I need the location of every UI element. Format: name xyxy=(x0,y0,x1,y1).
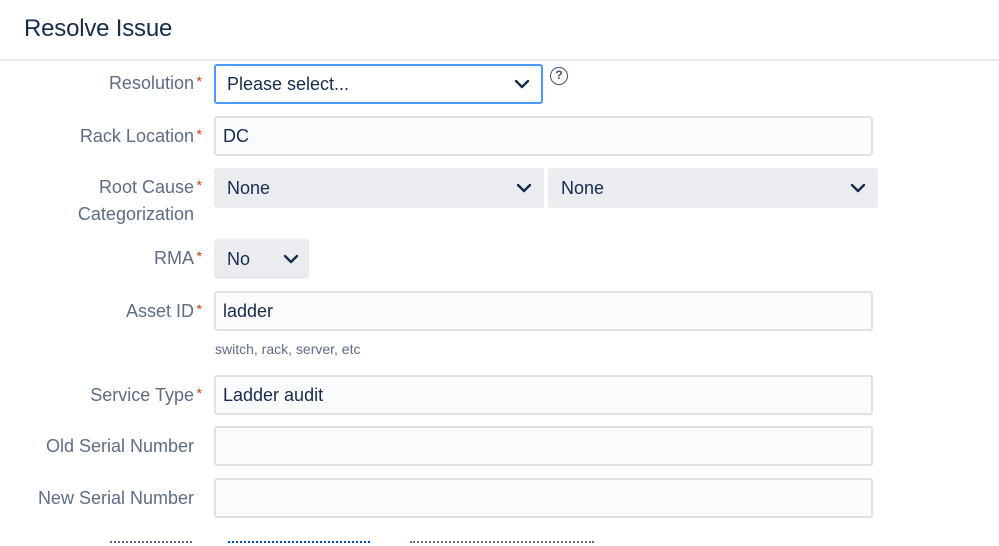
cutoff-text-fragment xyxy=(410,541,594,546)
rack-location-input[interactable]: DC xyxy=(214,116,873,156)
asset-id-label: Asset ID * xyxy=(126,298,202,324)
old-serial-input[interactable] xyxy=(214,426,873,466)
chevron-down-icon xyxy=(514,79,530,89)
old-serial-label: Old Serial Number xyxy=(45,436,194,456)
required-marker: * xyxy=(196,301,202,317)
root-cause-secondary-select[interactable]: None xyxy=(548,168,878,208)
new-serial-label: New Serial Number xyxy=(37,488,194,508)
chevron-down-icon xyxy=(850,183,866,193)
chevron-down-icon xyxy=(283,254,299,264)
help-icon[interactable]: ? xyxy=(550,67,568,85)
cutoff-label-fragment xyxy=(110,541,192,546)
required-marker: * xyxy=(196,385,202,401)
asset-id-input[interactable]: ladder xyxy=(214,291,873,331)
new-serial-input[interactable] xyxy=(214,478,873,518)
required-marker: * xyxy=(196,177,202,193)
root-cause-secondary-value: None xyxy=(561,178,605,198)
required-marker: * xyxy=(196,73,202,89)
dialog-header: Resolve Issue xyxy=(0,0,999,61)
service-type-input[interactable]: Ladder audit xyxy=(214,375,873,415)
resolution-value: Please select... xyxy=(227,74,350,94)
rack-location-label: Rack Location * xyxy=(80,123,202,149)
root-cause-primary-value: None xyxy=(227,178,271,198)
rma-value: No xyxy=(227,249,251,269)
rma-select[interactable]: No xyxy=(214,239,309,279)
resolution-label: Resolution * xyxy=(109,70,202,96)
required-marker: * xyxy=(196,126,202,142)
cutoff-link-fragment[interactable] xyxy=(228,541,370,546)
required-marker: * xyxy=(196,248,202,264)
dialog-title: Resolve Issue xyxy=(24,15,173,42)
root-cause-primary-select[interactable]: None xyxy=(214,168,544,208)
root-cause-label-line2: Categorization xyxy=(77,204,194,224)
chevron-down-icon xyxy=(516,183,532,193)
rma-label: RMA * xyxy=(154,245,202,271)
resolution-select[interactable]: Please select... xyxy=(214,64,543,104)
asset-id-hint: switch, rack, server, etc xyxy=(215,341,361,357)
root-cause-label: Root Cause * xyxy=(99,174,202,200)
service-type-label: Service Type * xyxy=(90,382,202,408)
